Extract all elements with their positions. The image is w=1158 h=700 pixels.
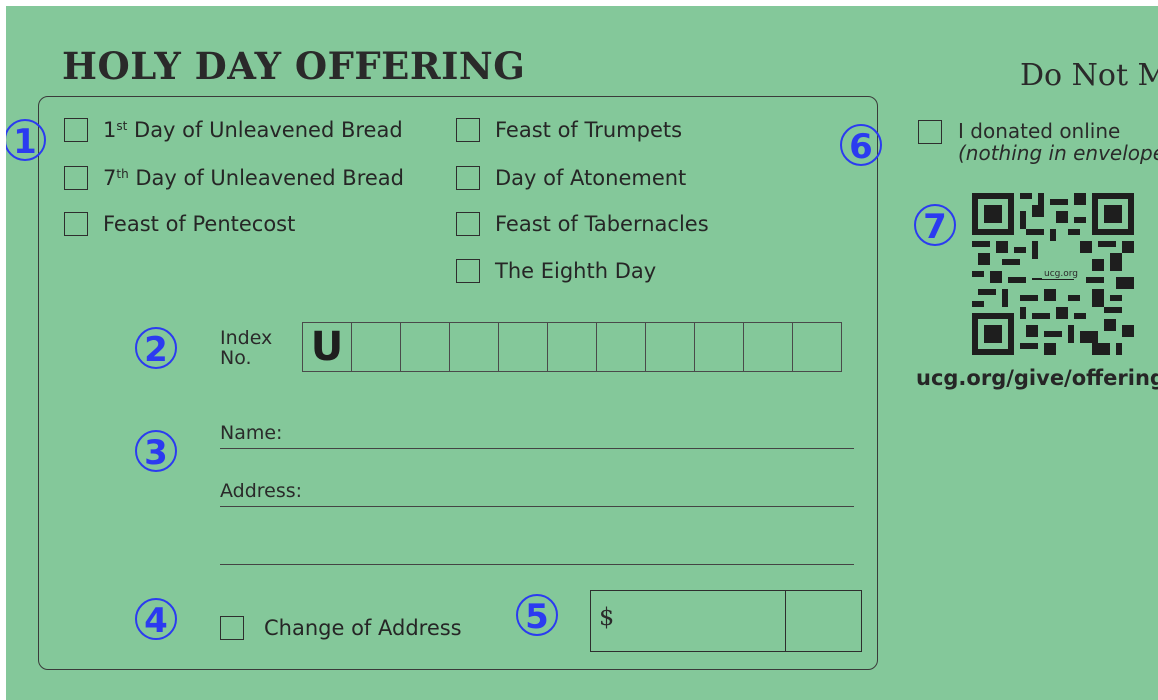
index-digit-box[interactable] — [694, 322, 744, 372]
holy-day-label: Feast of Pentecost — [103, 212, 296, 236]
change-of-address-option[interactable]: Change of Address — [220, 616, 462, 640]
step-marker-1: 1 — [6, 119, 46, 162]
donated-online-line1: I donated online — [958, 119, 1121, 143]
donated-online-line2: (nothing in envelope) — [958, 141, 1158, 165]
holy-day-label: 1st Day of Unleavened Bread — [103, 118, 403, 142]
offering-url[interactable]: ucg.org/give/offerings — [916, 366, 1158, 390]
index-digit-box[interactable] — [400, 322, 450, 372]
index-digit-box[interactable] — [596, 322, 646, 372]
address-field-line-2[interactable] — [220, 564, 854, 565]
cents-divider — [785, 591, 786, 651]
index-digit-box[interactable] — [449, 322, 499, 372]
holy-day-checkbox[interactable] — [456, 259, 480, 283]
address-field-line[interactable] — [220, 506, 854, 507]
page-title: HOLY DAY OFFERING — [62, 44, 526, 88]
amount-field[interactable]: $ — [590, 590, 862, 652]
step-marker-4: 4 — [135, 598, 177, 641]
holy-day-option[interactable]: The Eighth Day — [456, 259, 656, 283]
change-of-address-checkbox[interactable] — [220, 616, 244, 640]
step-marker-3: 3 — [135, 430, 177, 473]
holy-day-label: 7th Day of Unleavened Bread — [103, 166, 405, 190]
index-digit-box[interactable] — [645, 322, 695, 372]
holy-day-option[interactable]: 1st Day of Unleavened Bread — [64, 118, 403, 142]
index-prefix-box: U — [302, 322, 352, 372]
index-digit-box[interactable] — [351, 322, 401, 372]
step-marker-7: 7 — [914, 204, 956, 247]
name-label: Name: — [220, 422, 283, 444]
do-not-mail-label: Do Not Mail — [1020, 58, 1158, 93]
currency-symbol: $ — [599, 603, 615, 631]
donated-online-checkbox[interactable] — [918, 120, 942, 144]
index-digit-box[interactable] — [498, 322, 548, 372]
name-field-line[interactable] — [220, 448, 854, 449]
holy-day-checkbox[interactable] — [456, 118, 480, 142]
step-marker-2: 2 — [135, 327, 177, 370]
address-label: Address: — [220, 480, 303, 502]
donated-online-label: I donated online (nothing in envelope) — [958, 120, 1158, 164]
index-number-field[interactable]: U — [302, 322, 842, 372]
qr-center-label: ucg.org — [1042, 269, 1080, 279]
holy-day-checkbox[interactable] — [64, 212, 88, 236]
index-digit-box[interactable] — [792, 322, 842, 372]
offering-card: HOLY DAY OFFERING Do Not Mail 1 2 3 4 5 … — [6, 6, 1158, 700]
holy-day-option[interactable]: Feast of Trumpets — [456, 118, 682, 142]
holy-day-checkbox[interactable] — [456, 166, 480, 190]
step-marker-6: 6 — [840, 124, 882, 167]
index-digit-box[interactable] — [743, 322, 793, 372]
holy-day-label: The Eighth Day — [495, 259, 657, 283]
holy-day-label: Feast of Tabernacles — [495, 212, 709, 236]
holy-day-option[interactable]: Feast of Pentecost — [64, 212, 295, 236]
holy-day-checkbox[interactable] — [64, 118, 88, 142]
change-of-address-label: Change of Address — [264, 616, 462, 640]
index-number-label: Index No. — [220, 328, 272, 368]
index-digit-box[interactable] — [547, 322, 597, 372]
index-label-line2: No. — [220, 347, 252, 369]
index-label-line1: Index — [220, 327, 273, 349]
holy-day-checkbox[interactable] — [64, 166, 88, 190]
holy-day-option[interactable]: Feast of Tabernacles — [456, 212, 709, 236]
step-marker-5: 5 — [516, 594, 558, 637]
holy-day-label: Day of Atonement — [495, 166, 687, 190]
holy-day-checkbox[interactable] — [456, 212, 480, 236]
holy-day-option[interactable]: Day of Atonement — [456, 166, 686, 190]
holy-day-option[interactable]: 7th Day of Unleavened Bread — [64, 166, 404, 190]
holy-day-label: Feast of Trumpets — [495, 118, 683, 142]
